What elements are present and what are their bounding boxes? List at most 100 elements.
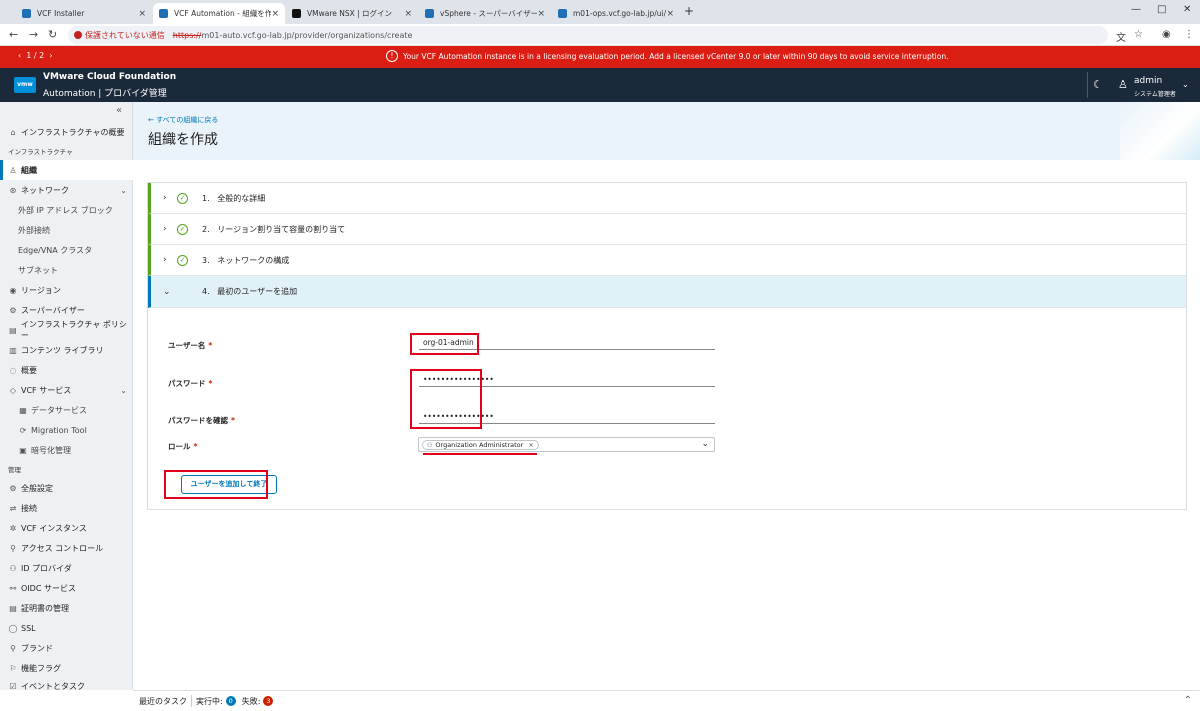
expand-up-icon[interactable]: ⌃ xyxy=(1184,695,1192,706)
sidebar: « ⌂ インフラストラクチャの概要 インフラストラクチャ ♙ 組織 ⊛ ネットワーク ⌄… xyxy=(0,102,133,691)
warning-icon xyxy=(74,31,82,39)
data-icon: ▦ xyxy=(19,405,27,415)
library-icon: ▥ xyxy=(9,345,17,355)
sidebar-item-organizations[interactable]: ♙ 組織 xyxy=(0,160,133,180)
step-label: 3. ネットワークの構成 xyxy=(202,255,290,265)
theme-toggle-icon[interactable]: ☾ xyxy=(1093,78,1103,91)
sidebar-item-migration-tool[interactable]: ⟳ Migration Tool xyxy=(0,420,133,440)
url-field[interactable]: 保護されていない通信 https:// m01-auto.vcf.go-lab.… xyxy=(68,26,1108,44)
browser-tab[interactable]: VMware NSX | ログイン × xyxy=(286,3,418,24)
vmware-favicon-icon xyxy=(558,9,567,18)
reload-icon[interactable]: ↻ xyxy=(48,28,57,41)
divider xyxy=(191,695,192,707)
close-icon[interactable]: × xyxy=(537,9,545,19)
vmware-favicon-icon xyxy=(425,9,434,18)
sidebar-item-supervisors[interactable]: ⚙ スーパーバイザー xyxy=(0,300,133,320)
role-tag: ⚇ Organization Administrator × xyxy=(422,440,539,450)
ssl-icon: ◯ xyxy=(8,623,18,633)
sidebar-item-data-services[interactable]: ▦ データサービス xyxy=(0,400,133,420)
sidebar-item-access-control[interactable]: ⚲ アクセス コントロール xyxy=(0,538,133,558)
alert-icon: ! xyxy=(386,50,398,62)
step-label: 4. 最初のユーザーを追加 xyxy=(202,287,298,296)
overview-icon: ◌ xyxy=(9,365,17,375)
back-to-organizations-link[interactable]: ← すべての組織に戻る xyxy=(148,115,218,125)
app-header: vmw VMware Cloud Foundation Automation |… xyxy=(0,68,1200,102)
translate-icon[interactable]: 文 xyxy=(1116,29,1126,44)
close-icon[interactable]: × xyxy=(666,9,674,19)
events-icon: ☑ xyxy=(9,681,17,691)
policy-icon: ▤ xyxy=(9,325,17,335)
sidebar-item-events-and-tasks[interactable]: ☑ イベントとタスク xyxy=(0,676,133,696)
sidebar-item-overview[interactable]: ◌ 概要 xyxy=(0,360,133,380)
close-icon[interactable]: × xyxy=(271,9,279,19)
sidebar-item-external-connections[interactable]: 外部接続 xyxy=(0,220,133,240)
chevron-down-icon[interactable]: ⌄ xyxy=(1182,80,1189,89)
browser-tab[interactable]: vSphere - スーパーバイザー × xyxy=(419,3,551,24)
recent-tasks-bar[interactable]: 最近のタスク 実行中: 0 失敗: 3 ⌃ xyxy=(133,690,1200,711)
instance-icon: ✲ xyxy=(9,523,17,533)
network-icon: ⊛ xyxy=(9,185,17,195)
sidebar-item-branding[interactable]: ⚲ ブランド xyxy=(0,638,133,658)
new-tab-icon[interactable]: + xyxy=(684,4,694,18)
sidebar-item-network[interactable]: ⊛ ネットワーク ⌄ xyxy=(0,180,133,200)
header-divider xyxy=(1087,72,1088,98)
sidebar-item-infrastructure-policies[interactable]: ▤ インフラストラクチャ ポリシー xyxy=(0,320,133,340)
vmware-favicon-icon xyxy=(22,9,31,18)
browser-tab[interactable]: m01-ops.vcf.go-lab.jp/ui/login × xyxy=(552,3,680,24)
sidebar-item-subnets[interactable]: サブネット xyxy=(0,260,133,280)
browser-tab-active[interactable]: VCF Automation - 組織を作成 × xyxy=(153,3,285,24)
collapse-sidebar-icon[interactable]: « xyxy=(116,105,122,116)
security-indicator[interactable]: 保護されていない通信 xyxy=(74,30,165,41)
role-icon: ⚇ xyxy=(427,441,433,449)
sidebar-item-feature-flags[interactable]: ⚐ 機能フラグ xyxy=(0,658,133,678)
sidebar-section-management: 管理 xyxy=(8,466,21,474)
back-arrow-icon[interactable]: ← xyxy=(9,28,18,41)
minimize-icon[interactable]: — xyxy=(1131,4,1141,15)
step-general-details[interactable]: › ✓ 1. 全般的な詳細 xyxy=(148,183,1186,214)
browser-tab[interactable]: VCF Installer × xyxy=(16,3,152,24)
step-add-first-user[interactable]: ⌄ 4. 最初のユーザーを追加 xyxy=(148,276,1186,308)
remove-tag-icon[interactable]: × xyxy=(528,441,533,449)
region-icon: ◉ xyxy=(9,285,17,295)
brand-subtitle: Automation | プロバイダ管理 xyxy=(43,89,167,99)
close-icon[interactable]: × xyxy=(404,9,412,19)
access-icon: ⚲ xyxy=(10,543,16,553)
role-select[interactable]: ⚇ Organization Administrator × ⌄ xyxy=(418,437,715,452)
sidebar-item-identity-providers[interactable]: ⚇ ID プロバイダ xyxy=(0,558,133,578)
check-circle-icon: ✓ xyxy=(177,223,188,235)
chevron-down-icon: ⌄ xyxy=(120,185,127,195)
sidebar-item-infrastructure-overview[interactable]: ⌂ インフラストラクチャの概要 xyxy=(0,122,133,142)
bookmark-star-icon[interactable]: ☆ xyxy=(1134,29,1143,40)
sidebar-item-content-library[interactable]: ▥ コンテンツ ライブラリ xyxy=(0,340,133,360)
maximize-icon[interactable]: □ xyxy=(1157,4,1166,15)
sidebar-item-vcf-instances[interactable]: ✲ VCF インスタンス xyxy=(0,518,133,538)
sidebar-item-edge-clusters[interactable]: Edge/VNA クラスタ xyxy=(0,240,133,260)
user-name[interactable]: admin xyxy=(1134,76,1162,86)
browser-menu-icon[interactable]: ⋮ xyxy=(1184,29,1194,40)
chevron-down-icon: ⌄ xyxy=(120,385,127,395)
sidebar-item-oidc-services[interactable]: ⚯ OIDC サービス xyxy=(0,578,133,598)
recent-tasks-title: 最近のタスク xyxy=(139,696,187,706)
user-icon[interactable]: ♙ xyxy=(1118,78,1128,91)
chevron-right-icon: › xyxy=(163,224,167,234)
close-icon[interactable]: × xyxy=(138,9,146,19)
sidebar-item-vcf-services[interactable]: ◇ VCF サービス ⌄ xyxy=(0,380,133,400)
sidebar-item-encryption-management[interactable]: ▣ 暗号化管理 xyxy=(0,440,133,460)
profile-icon[interactable]: ◉ xyxy=(1162,29,1171,40)
browser-tab-strip: VCF Installer × VCF Automation - 組織を作成 ×… xyxy=(0,0,1200,24)
sidebar-item-general-settings[interactable]: ⚙ 全般設定 xyxy=(0,478,133,498)
failed-label: 失敗: xyxy=(241,696,261,706)
banner-pager[interactable]: ‹ 1 / 2 › xyxy=(18,51,53,60)
sidebar-item-regions[interactable]: ◉ リージョン xyxy=(0,280,133,300)
sidebar-item-external-ip-blocks[interactable]: 外部 IP アドレス ブロック xyxy=(0,200,133,220)
role-label: ロール * xyxy=(168,442,198,451)
sidebar-item-certificate-management[interactable]: ▤ 証明書の管理 xyxy=(0,598,133,618)
step-region-quota[interactable]: › ✓ 2. リージョン割り当て容量の割り当て xyxy=(148,214,1186,245)
sidebar-item-connections[interactable]: ⇌ 接続 xyxy=(0,498,133,518)
forward-arrow-icon[interactable]: → xyxy=(29,28,38,41)
sidebar-item-ssl[interactable]: ◯ SSL xyxy=(0,618,133,638)
step-network-configuration[interactable]: › ✓ 3. ネットワークの構成 xyxy=(148,245,1186,276)
chevron-down-icon[interactable]: ⌄ xyxy=(701,439,709,449)
oidc-icon: ⚯ xyxy=(9,583,17,593)
window-close-icon[interactable]: ✕ xyxy=(1183,4,1191,15)
